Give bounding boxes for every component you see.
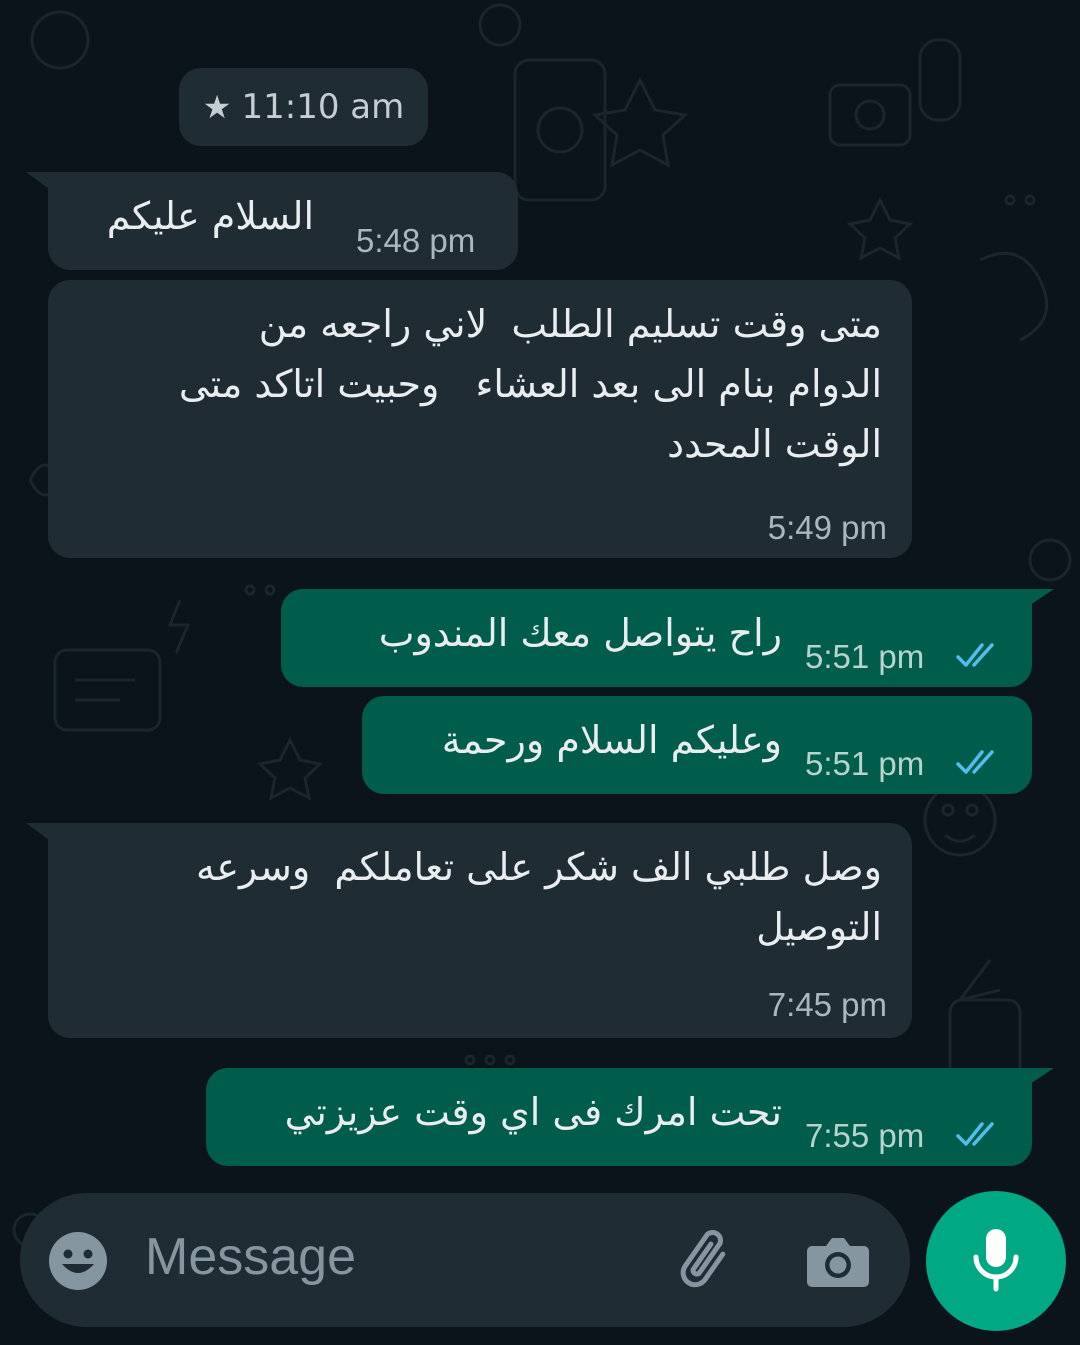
message-text: وعليكم السلام ورحمة bbox=[441, 718, 782, 762]
date-chip-text: 11:10 am bbox=[241, 87, 405, 127]
message-text: السلام عليكم bbox=[106, 194, 314, 238]
voice-message-button[interactable] bbox=[926, 1191, 1066, 1331]
outgoing-message-bubble[interactable]: راح يتواصل معك المندوب 5:51 pm bbox=[281, 589, 1032, 687]
microphone-icon bbox=[973, 1229, 1019, 1292]
read-ticks-icon bbox=[956, 750, 994, 774]
paperclip-icon[interactable] bbox=[672, 1227, 742, 1297]
incoming-message-bubble[interactable]: متى وقت تسليم الطلب لاني راجعه من الدوام… bbox=[48, 280, 912, 558]
message-time: 5:51 pm bbox=[805, 638, 925, 675]
message-time: 5:51 pm bbox=[805, 745, 925, 782]
emoji-icon[interactable] bbox=[47, 1230, 109, 1292]
message-time: 5:48 pm bbox=[356, 222, 476, 259]
outgoing-message-bubble[interactable]: تحت امرك فى اي وقت عزيزتي 7:55 pm bbox=[206, 1068, 1032, 1166]
star-icon: ★ bbox=[202, 88, 232, 126]
camera-icon[interactable] bbox=[806, 1234, 870, 1290]
message-text: متى وقت تسليم الطلب لاني راجعه من الدوام… bbox=[178, 302, 882, 466]
message-time: 5:49 pm bbox=[767, 509, 887, 546]
message-text: تحت امرك فى اي وقت عزيزتي bbox=[284, 1090, 782, 1134]
outgoing-message-bubble[interactable]: وعليكم السلام ورحمة 5:51 pm bbox=[362, 696, 1032, 794]
read-ticks-icon bbox=[956, 1122, 994, 1146]
message-time: 7:45 pm bbox=[767, 986, 887, 1023]
starred-date-chip: ★ 11:10 am bbox=[179, 68, 428, 146]
read-ticks-icon bbox=[956, 643, 994, 667]
message-input[interactable]: Message bbox=[145, 1227, 356, 1287]
message-text: راح يتواصل معك المندوب bbox=[378, 611, 782, 655]
message-text: وصل طلبي الف شكر على تعاملكم وسرعه التوص… bbox=[195, 845, 882, 949]
message-time: 7:55 pm bbox=[805, 1117, 925, 1154]
incoming-message-bubble[interactable]: وصل طلبي الف شكر على تعاملكم وسرعه التوص… bbox=[48, 823, 912, 1038]
incoming-message-bubble[interactable]: السلام عليكم 5:48 pm bbox=[48, 172, 518, 270]
message-composer: Message bbox=[20, 1193, 910, 1327]
